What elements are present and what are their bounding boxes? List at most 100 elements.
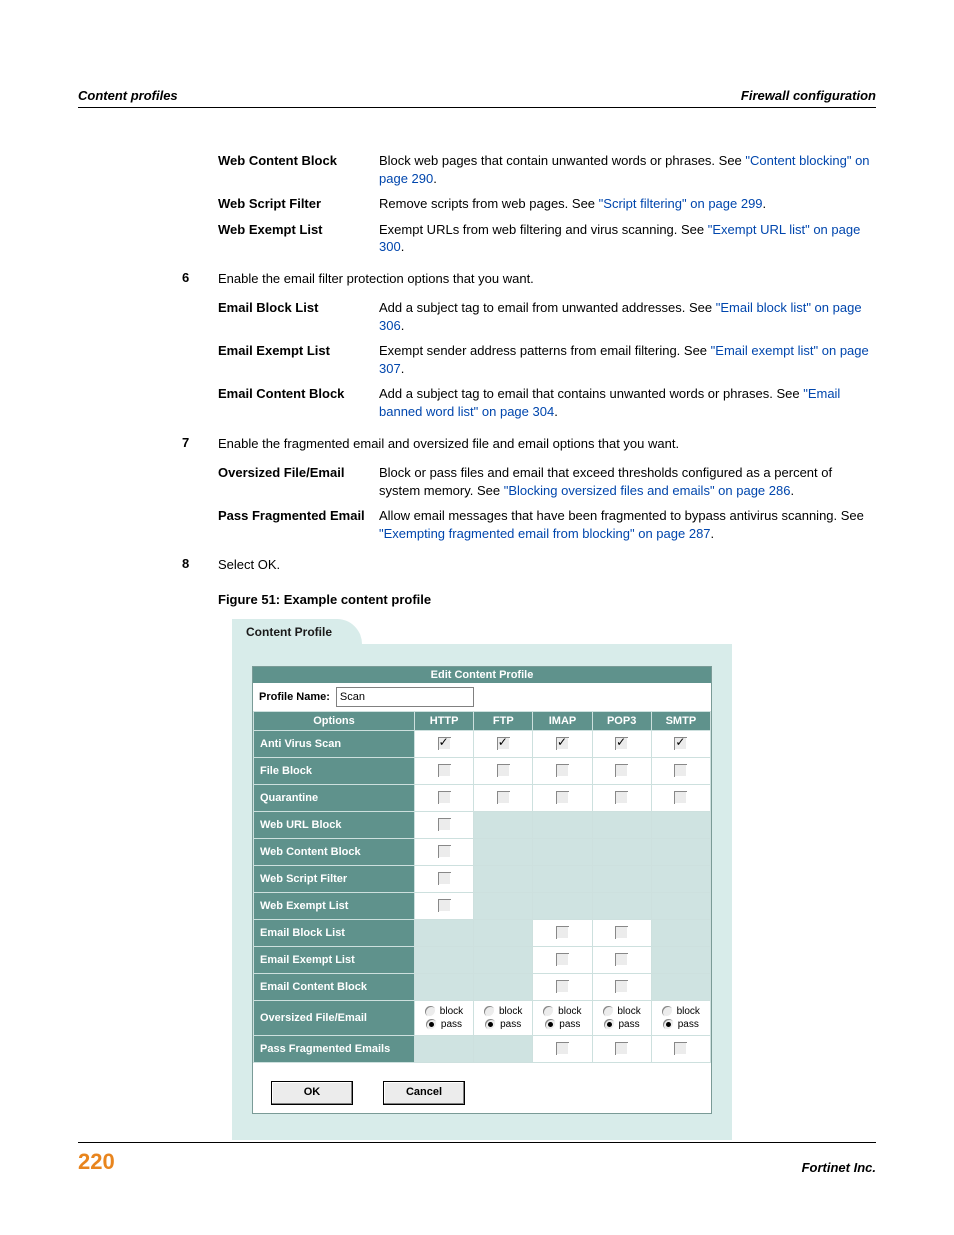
checkbox[interactable] [674, 764, 687, 777]
radio-block[interactable] [484, 1006, 495, 1017]
cancel-button[interactable]: Cancel [383, 1081, 465, 1105]
checkbox[interactable] [674, 791, 687, 804]
grid-blank-cell [592, 811, 651, 838]
checkbox[interactable] [438, 899, 451, 912]
checkbox[interactable] [556, 764, 569, 777]
cross-reference-link[interactable]: "Exempting fragmented email from blockin… [379, 526, 711, 541]
radio-label: block [615, 1006, 641, 1017]
grid-checkbox-cell [651, 730, 710, 757]
definition-text: Exempt URLs from web filtering and virus… [379, 217, 876, 260]
grid-radio-cell: block pass [415, 1000, 474, 1035]
grid-checkbox-cell [592, 946, 651, 973]
checkbox[interactable] [438, 872, 451, 885]
checkbox[interactable] [556, 1042, 569, 1055]
grid-column-header: Options [254, 711, 415, 730]
ok-button[interactable]: OK [271, 1081, 353, 1105]
definition-label: Email Block List [218, 295, 379, 338]
checkbox[interactable] [556, 980, 569, 993]
grid-blank-cell [415, 919, 474, 946]
checkbox[interactable] [556, 737, 569, 750]
checkbox[interactable] [615, 980, 628, 993]
grid-row-label: Web URL Block [254, 811, 415, 838]
cross-reference-link[interactable]: "Blocking oversized files and emails" on… [504, 483, 791, 498]
grid-blank-cell [415, 1035, 474, 1062]
radio-pass[interactable] [545, 1019, 556, 1030]
checkbox[interactable] [497, 791, 510, 804]
checkbox[interactable] [615, 791, 628, 804]
checkbox[interactable] [615, 1042, 628, 1055]
step-text: Enable the fragmented email and oversize… [218, 435, 876, 453]
grid-checkbox-cell [592, 973, 651, 1000]
tab-content-profile[interactable]: Content Profile [232, 619, 362, 645]
checkbox[interactable] [438, 845, 451, 858]
checkbox[interactable] [615, 764, 628, 777]
checkbox[interactable] [674, 737, 687, 750]
checkbox[interactable] [674, 1042, 687, 1055]
checkbox[interactable] [615, 926, 628, 939]
grid-checkbox-cell [533, 919, 592, 946]
radio-pass[interactable] [485, 1019, 496, 1030]
grid-checkbox-cell [415, 865, 474, 892]
radio-pass[interactable] [426, 1019, 437, 1030]
checkbox[interactable] [497, 764, 510, 777]
checkbox[interactable] [556, 953, 569, 966]
checkbox[interactable] [438, 791, 451, 804]
profile-name-input[interactable] [336, 687, 474, 707]
checkbox[interactable] [497, 737, 510, 750]
grid-column-header: POP3 [592, 711, 651, 730]
cross-reference-link[interactable]: "Email banned word list" on page 304 [379, 386, 840, 419]
grid-blank-cell [415, 946, 474, 973]
grid-row-label: File Block [254, 757, 415, 784]
definitions-block-c: Oversized File/EmailBlock or pass files … [218, 460, 876, 546]
grid-blank-cell [474, 946, 533, 973]
radio-label: pass [675, 1019, 699, 1030]
checkbox[interactable] [438, 764, 451, 777]
grid-checkbox-cell [651, 757, 710, 784]
checkbox[interactable] [438, 737, 451, 750]
radio-block[interactable] [543, 1006, 554, 1017]
grid-checkbox-cell [533, 730, 592, 757]
cross-reference-link[interactable]: "Script filtering" on page 299 [599, 196, 763, 211]
definition-text: Add a subject tag to email from unwanted… [379, 295, 876, 338]
radio-block[interactable] [425, 1006, 436, 1017]
cross-reference-link[interactable]: "Content blocking" on page 290 [379, 153, 870, 186]
grid-checkbox-cell [592, 1035, 651, 1062]
cross-reference-link[interactable]: "Exempt URL list" on page 300 [379, 222, 860, 255]
cross-reference-link[interactable]: "Email exempt list" on page 307 [379, 343, 869, 376]
radio-pass[interactable] [663, 1019, 674, 1030]
page-number: 220 [78, 1149, 115, 1175]
radio-label: pass [438, 1019, 462, 1030]
radio-pass[interactable] [604, 1019, 615, 1030]
checkbox[interactable] [615, 953, 628, 966]
grid-row-label: Oversized File/Email [254, 1000, 415, 1035]
radio-block[interactable] [662, 1006, 673, 1017]
radio-label: block [437, 1006, 463, 1017]
grid-blank-cell [651, 811, 710, 838]
checkbox[interactable] [556, 791, 569, 804]
example-content-profile-screenshot: Content Profile Edit Content Profile Pro… [232, 619, 876, 1140]
definition-label: Web Exempt List [218, 217, 379, 260]
radio-label: pass [497, 1019, 521, 1030]
cross-reference-link[interactable]: "Email block list" on page 306 [379, 300, 862, 333]
grid-checkbox-cell [651, 784, 710, 811]
checkbox[interactable] [556, 926, 569, 939]
definitions-block-a: Web Content BlockBlock web pages that co… [218, 148, 876, 260]
grid-blank-cell [533, 892, 592, 919]
grid-blank-cell [474, 865, 533, 892]
grid-checkbox-cell [415, 757, 474, 784]
grid-checkbox-cell [533, 973, 592, 1000]
definition-label: Pass Fragmented Email [218, 503, 379, 546]
grid-checkbox-cell [415, 811, 474, 838]
checkbox[interactable] [438, 818, 451, 831]
grid-blank-cell [651, 946, 710, 973]
grid-checkbox-cell [533, 757, 592, 784]
grid-column-header: IMAP [533, 711, 592, 730]
grid-row-label: Anti Virus Scan [254, 730, 415, 757]
step-number: 7 [182, 435, 218, 453]
step-text: Select OK. [218, 556, 876, 574]
grid-checkbox-cell [592, 757, 651, 784]
radio-block[interactable] [603, 1006, 614, 1017]
step-number: 6 [182, 270, 218, 288]
checkbox[interactable] [615, 737, 628, 750]
grid-blank-cell [533, 865, 592, 892]
